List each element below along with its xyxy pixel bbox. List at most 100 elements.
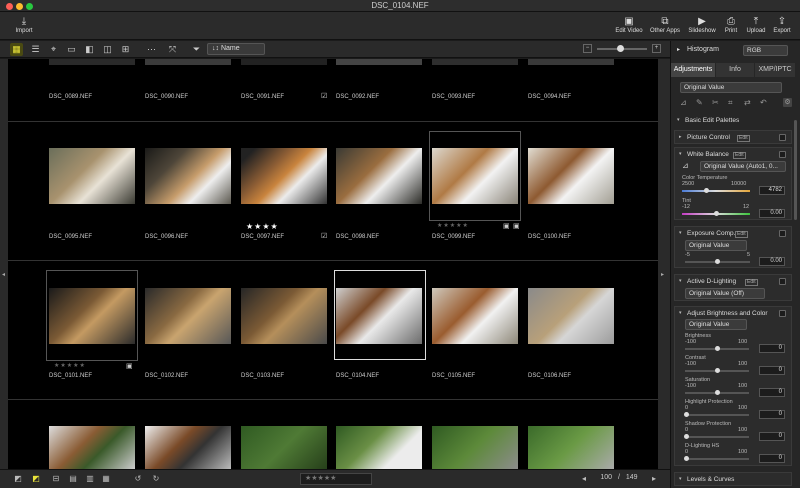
thumbnail-grid-icon[interactable]: ▦ — [10, 43, 23, 56]
highlight-knob[interactable] — [684, 412, 689, 417]
other-apps-button[interactable]: ⧉ Other Apps — [647, 14, 683, 38]
tint-knob[interactable] — [714, 211, 719, 216]
zoom-knob[interactable] — [617, 45, 624, 52]
star-rating-empty[interactable]: ★★★★★ — [437, 222, 469, 229]
grid-icon[interactable]: ▦ — [100, 473, 112, 485]
photo-thumbnail[interactable] — [336, 148, 422, 204]
photo-thumbnail[interactable] — [432, 426, 518, 469]
white-balance-dropdown[interactable]: Original Value (Auto1, 0... — [700, 161, 786, 172]
eyedropper-icon[interactable]: ⊿ — [680, 98, 687, 107]
tint-input[interactable]: 0.00 — [759, 209, 785, 218]
zoom-in-icon[interactable]: + — [652, 44, 661, 53]
photo-thumbnail[interactable] — [528, 288, 614, 344]
photo-thumbnail[interactable] — [49, 59, 135, 65]
thumbnail-size-slider[interactable]: − + — [583, 43, 663, 55]
compare-icon[interactable]: ⊟ — [50, 473, 62, 485]
photo-thumbnail[interactable] — [145, 426, 231, 469]
list-view-icon[interactable]: ☰ — [29, 43, 42, 56]
photo-thumbnail[interactable] — [528, 148, 614, 204]
undo-icon[interactable]: ↶ — [760, 98, 767, 107]
tab-info[interactable]: Info — [716, 63, 754, 77]
adjustment-preset-dropdown[interactable]: Original Value — [680, 82, 782, 93]
histogram-mode-dropdown[interactable]: RGB — [743, 45, 788, 56]
next-page-icon[interactable]: ▸ — [648, 473, 660, 485]
photo-thumbnail[interactable] — [528, 426, 614, 469]
photo-thumbnail[interactable] — [241, 148, 327, 204]
export-button[interactable]: ⇪ Export — [764, 14, 800, 38]
highlight-input[interactable]: 0 — [759, 410, 785, 419]
rating-filter[interactable]: ★★★★★ — [300, 473, 372, 485]
filmstrip-view-icon[interactable]: ◧ — [83, 43, 96, 56]
retouch-icon[interactable]: ✂ — [712, 98, 719, 107]
photo-thumbnail[interactable] — [241, 426, 327, 469]
photo-thumbnail[interactable] — [145, 59, 231, 65]
photo-thumbnail[interactable] — [432, 59, 518, 65]
full-screen-icon[interactable]: ⤧ — [166, 43, 179, 56]
histogram-header[interactable]: ▸ Histogram RGB — [671, 44, 800, 60]
photo-thumbnail[interactable] — [241, 288, 327, 344]
shadow-slider[interactable] — [685, 436, 749, 438]
color-temp-input[interactable]: 4782 — [759, 186, 785, 195]
picture-control-section[interactable]: ▸ Picture Control Edit — [674, 130, 792, 144]
label-icon[interactable]: ▣ — [503, 222, 510, 230]
exposure-knob[interactable] — [715, 259, 720, 264]
abc-preset-dropdown[interactable]: Original Value — [685, 319, 747, 330]
brush-icon[interactable]: ✎ — [696, 98, 703, 107]
adjust-bc-checkbox[interactable] — [779, 310, 786, 317]
exposure-preset-dropdown[interactable]: Original Value — [685, 240, 747, 251]
label-icon[interactable]: ▣ — [513, 222, 520, 230]
highlight-slider[interactable] — [685, 414, 749, 416]
white-balance-checkbox[interactable] — [779, 151, 786, 158]
rotate-right-icon[interactable]: ↻ — [150, 473, 162, 485]
adl-dropdown[interactable]: Original Value (Off) — [685, 288, 765, 299]
color-temp-knob[interactable] — [704, 188, 709, 193]
contrast-input[interactable]: 0 — [759, 366, 785, 375]
contrast-knob[interactable] — [715, 368, 720, 373]
star-rating-empty[interactable]: ★★★★★ — [54, 362, 86, 369]
color-temp-slider[interactable] — [682, 190, 750, 192]
photo-thumbnail[interactable] — [145, 148, 231, 204]
compare-view-icon[interactable]: ◫ — [101, 43, 114, 56]
sort-dropdown[interactable]: ↓↕ Name — [207, 43, 265, 55]
saturation-knob[interactable] — [715, 390, 720, 395]
panel-scrollbar[interactable] — [794, 120, 797, 220]
histogram-toggle-icon[interactable]: ▤ — [67, 473, 79, 485]
tab-xmp-iptc[interactable]: XMP/IPTC — [755, 63, 795, 77]
crop-icon[interactable]: ⌗ — [728, 98, 733, 108]
shadow-input[interactable]: 0 — [759, 432, 785, 441]
shadow-knob[interactable] — [684, 434, 689, 439]
photo-thumbnail[interactable] — [145, 288, 231, 344]
straighten-icon[interactable]: ⇄ — [744, 98, 751, 107]
photo-thumbnail[interactable] — [49, 426, 135, 469]
label-icon[interactable]: ◩ — [12, 473, 24, 485]
rotate-left-icon[interactable]: ↺ — [132, 473, 144, 485]
settings-gear-icon[interactable]: ⚙ — [783, 98, 792, 107]
brightness-input[interactable]: 0 — [759, 344, 785, 353]
more-options-icon[interactable]: ⋯ — [145, 43, 158, 56]
saturation-input[interactable]: 0 — [759, 388, 785, 397]
right-pane-toggle[interactable]: ▸ — [658, 59, 670, 469]
info-icon[interactable]: ▥ — [84, 473, 96, 485]
multi-view-icon[interactable]: ⊞ — [119, 43, 132, 56]
star-rating[interactable]: ★★★★ — [246, 222, 279, 231]
tab-adjustments[interactable]: Adjustments — [671, 63, 715, 77]
wb-eyedropper-icon[interactable]: ⊿ — [682, 161, 689, 170]
picture-control-checkbox[interactable] — [779, 134, 786, 141]
filter-icon[interactable]: ⏷ — [190, 43, 203, 56]
photo-thumbnail[interactable] — [528, 59, 614, 65]
left-pane-toggle[interactable]: ◂ — [0, 59, 8, 469]
import-button[interactable]: ⤓ Import — [6, 14, 42, 38]
photo-thumbnail[interactable] — [49, 148, 135, 204]
dlighting-hs-input[interactable]: 0 — [759, 454, 785, 463]
photo-thumbnail[interactable] — [432, 288, 518, 344]
brightness-knob[interactable] — [715, 346, 720, 351]
zoom-out-icon[interactable]: − — [583, 44, 592, 53]
map-view-icon[interactable]: ⌖ — [47, 43, 60, 56]
label-icon[interactable]: ▣ — [126, 362, 133, 370]
label-active-icon[interactable]: ◩ — [30, 473, 42, 485]
dlighting-hs-slider[interactable] — [685, 458, 749, 460]
dlighting-hs-knob[interactable] — [684, 456, 689, 461]
edit-video-button[interactable]: ▣ Edit Video — [611, 14, 647, 38]
basic-palettes-header[interactable]: ▾ Basic Edit Palettes — [674, 115, 792, 127]
single-view-icon[interactable]: ▭ — [65, 43, 78, 56]
